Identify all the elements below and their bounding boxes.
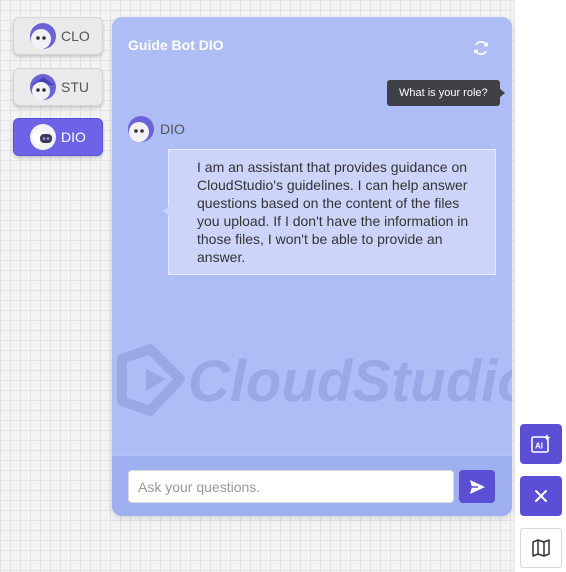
bot-tab-label: STU (61, 79, 89, 95)
user-message-bubble: What is your role? (387, 80, 505, 106)
chat-input-bar (112, 455, 512, 516)
bot-tab-label: DIO (61, 129, 86, 145)
refresh-icon[interactable] (472, 39, 490, 57)
close-button[interactable] (520, 476, 562, 516)
cloudstudio-watermark-logo: CloudStudio (117, 344, 512, 416)
watermark-text: CloudStudio (188, 349, 512, 414)
send-icon (470, 479, 485, 494)
send-button[interactable] (459, 470, 495, 503)
ai-image-icon: AI (531, 434, 551, 453)
map-button[interactable] (520, 528, 562, 568)
map-icon (532, 539, 550, 557)
robot-avatar-icon (30, 124, 56, 150)
ai-image-button[interactable]: AI (520, 424, 562, 464)
bot-tab-dio[interactable]: DIO (13, 118, 103, 156)
bot-tab-clo[interactable]: CLO (13, 17, 103, 55)
bot-avatar-icon (128, 116, 154, 142)
robot-avatar-icon (30, 23, 56, 49)
bot-message-text: I am an assistant that provides guidance… (197, 159, 469, 265)
chat-title: Guide Bot DIO (128, 37, 224, 53)
chat-input[interactable] (128, 470, 454, 503)
bot-name: DIO (160, 121, 185, 137)
svg-text:AI: AI (535, 442, 543, 451)
bot-message-bubble: I am an assistant that provides guidance… (163, 149, 496, 275)
bot-tab-stu[interactable]: STU (13, 68, 103, 106)
bot-tab-label: CLO (61, 28, 90, 44)
close-icon (535, 490, 547, 502)
user-message-text: What is your role? (399, 87, 488, 99)
robot-avatar-icon (30, 74, 56, 100)
chat-panel: CloudStudio Guide Bot DIO What is your r… (112, 17, 512, 516)
